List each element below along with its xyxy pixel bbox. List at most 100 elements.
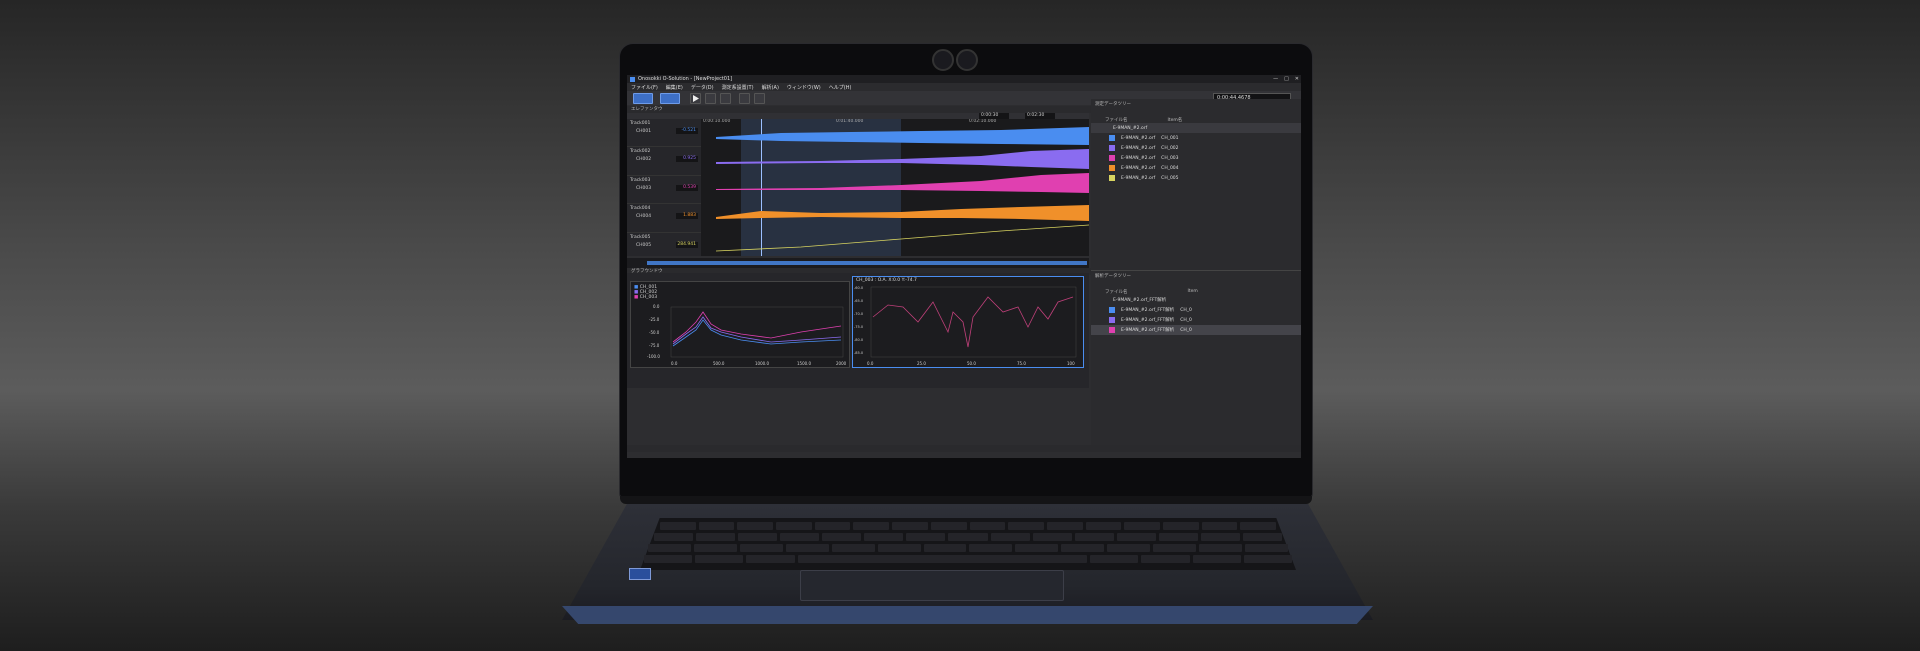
track-row[interactable]: Track003 CH003 0.539 — [627, 176, 701, 205]
analysis-tree-header: 解析データツリー — [1095, 274, 1131, 279]
menu-bar: ファイル(F) 編集(E) データ(D) 測定系設置(T) 解析(A) ウィンド… — [627, 83, 1301, 91]
color-swatch — [1109, 145, 1115, 151]
channel-value: 0.925 — [676, 156, 698, 163]
close-button[interactable]: ✕ — [1295, 76, 1299, 82]
window-controls: — □ ✕ — [1273, 76, 1299, 82]
tree-root[interactable]: E-9MAN_#2.orf_FFT解析 — [1091, 295, 1301, 305]
series-ch002 — [672, 316, 842, 345]
tree-item-channel: CH_0 — [1180, 307, 1192, 313]
track-row[interactable]: Track004 CH004 1.883 — [627, 204, 701, 233]
skip-back-button[interactable] — [739, 92, 750, 104]
color-swatch — [1109, 327, 1115, 333]
tree-root-label: E-9MAN_#2.orf — [1113, 125, 1148, 131]
menu-measure[interactable]: 測定系設置(T) — [722, 84, 754, 91]
tree-item-channel: CH_0 — [1180, 317, 1192, 323]
tree-item-file: E-9MAN_#2.orf — [1121, 165, 1156, 171]
col-item: Item名 — [1167, 118, 1183, 123]
spectrum-chart[interactable]: ■ CH_001 ■ CH_002 ■ CH_003 0.0 500.0 100… — [630, 281, 850, 368]
channel-value: -0.521 — [676, 128, 698, 134]
x-tick: 1500.0 — [797, 361, 811, 366]
x-tick: 100 — [1067, 361, 1075, 366]
menu-help[interactable]: ヘルプ(H) — [829, 84, 852, 91]
tree-item-channel: CH_002 — [1161, 145, 1179, 151]
tree-item-channel: CH_001 — [1161, 135, 1179, 141]
tree-item[interactable]: E-9MAN_#2.orf CH_001 — [1091, 133, 1301, 143]
x-tick: 75.0 — [1017, 361, 1026, 366]
channel-name: CH005 — [636, 242, 652, 248]
data-tree-panel: 測定データツリー ファイル名 Item名 E-9MAN_#2.orf E-9MA… — [1091, 99, 1301, 452]
key-row — [654, 533, 1282, 541]
menu-edit[interactable]: 編集(E) — [666, 84, 683, 91]
track-row[interactable]: Track001 CH001 -0.521 — [627, 119, 701, 148]
tab-waveform[interactable]: エレファンタウ — [627, 106, 1093, 113]
title-bar: Onosokki O-Solution - [NewProject01] — □… — [627, 75, 1301, 83]
waveform-display[interactable]: 0:00:10.000 0:01:40.000 0:02:10.000 — [701, 119, 1089, 256]
menu-file[interactable]: ファイル(F) — [631, 84, 658, 91]
y-tick: -80.0 — [854, 338, 864, 342]
tree-item-channel: CH_003 — [1161, 155, 1179, 161]
col-file: ファイル名 — [1105, 290, 1128, 295]
tree-item[interactable]: E-9MAN_#2.orf_FFT解析 CH_0 — [1091, 305, 1301, 315]
maximize-button[interactable]: □ — [1284, 76, 1289, 82]
menu-window[interactable]: ウィンドウ(W) — [787, 84, 821, 91]
y-tick: -70.0 — [854, 312, 864, 316]
cpu-sticker — [629, 568, 651, 580]
y-tick: -75.0 — [649, 343, 660, 348]
laptop-hinge — [620, 496, 1312, 504]
app-logo-icon — [630, 76, 635, 82]
play-button[interactable] — [690, 92, 701, 104]
tree-root-label: E-9MAN_#2.orf_FFT解析 — [1113, 298, 1167, 303]
tree-root[interactable]: E-9MAN_#2.orf — [1091, 123, 1301, 133]
loop-button[interactable] — [720, 92, 731, 104]
menu-analysis[interactable]: 解析(A) — [762, 84, 779, 91]
track-name: Track005 — [630, 234, 651, 240]
key-row — [648, 544, 1288, 552]
tree-item[interactable]: E-9MAN_#2.orf CH_004 — [1091, 163, 1301, 173]
tree-item[interactable]: E-9MAN_#2.orf_FFT解析 CH_0 — [1091, 325, 1301, 335]
channel-name: CH004 — [636, 214, 652, 220]
stop-button[interactable] — [705, 92, 716, 104]
minimize-button[interactable]: — — [1273, 76, 1278, 82]
channel-name: CH002 — [636, 157, 652, 163]
tree-item-file: E-9MAN_#2.orf — [1121, 145, 1156, 151]
series-oa-ch003 — [872, 296, 1074, 348]
track-name: Track002 — [630, 149, 651, 155]
track-name: Track001 — [630, 121, 651, 126]
skip-forward-button[interactable] — [754, 92, 765, 104]
y-tick: -100.0 — [647, 354, 660, 359]
y-tick: -75.0 — [854, 325, 864, 329]
tree-item[interactable]: E-9MAN_#2.orf CH_002 — [1091, 143, 1301, 153]
key-row — [660, 522, 1276, 530]
status-bar — [627, 445, 1301, 452]
color-swatch — [1109, 135, 1115, 141]
overview-strip[interactable] — [627, 258, 1089, 268]
channel-value: 1.883 — [676, 213, 698, 220]
tree-item[interactable]: E-9MAN_#2.orf CH_005 — [1091, 173, 1301, 183]
graph-pane: ■ CH_001 ■ CH_002 ■ CH_003 0.0 500.0 100… — [627, 273, 1089, 388]
record-mode-button[interactable] — [660, 92, 680, 104]
webcam-left — [932, 49, 954, 71]
tree-item-file: E-9MAN_#2.orf_FFT解析 — [1121, 308, 1175, 313]
window-title: Onosokki O-Solution - [NewProject01] — [638, 76, 733, 82]
x-tick: 1000.0 — [755, 361, 769, 366]
waveform-ch004 — [716, 205, 1089, 221]
tree-item[interactable]: E-9MAN_#2.orf CH_003 — [1091, 153, 1301, 163]
app-window: Onosokki O-Solution - [NewProject01] — □… — [627, 75, 1301, 458]
overview-waveform — [647, 261, 1087, 265]
waveform-ch002 — [716, 149, 1089, 169]
oa-chart[interactable]: CH_003 : O.A. X:0.0 Y:-74.7 0.0 25.0 50.… — [852, 276, 1084, 368]
x-tick: 500.0 — [713, 361, 725, 366]
menu-data[interactable]: データ(D) — [691, 84, 714, 91]
waveform-svg — [715, 127, 1089, 252]
y-tick: -85.0 — [854, 351, 864, 355]
x-tick: 0.0 — [671, 361, 678, 366]
waveform-ch005 — [715, 224, 1089, 252]
monitor-mode-button[interactable] — [633, 92, 653, 104]
col-file: ファイル名 — [1105, 118, 1128, 123]
track-row[interactable]: Track002 CH002 0.925 — [627, 147, 701, 176]
color-swatch — [1109, 155, 1115, 161]
tree-item[interactable]: E-9MAN_#2.orf_FFT解析 CH_0 — [1091, 315, 1301, 325]
track-row[interactable]: Track005 CH005 284.941 — [627, 233, 701, 261]
tree-item-channel: CH_004 — [1161, 165, 1179, 171]
y-tick: -50.0 — [649, 330, 660, 335]
